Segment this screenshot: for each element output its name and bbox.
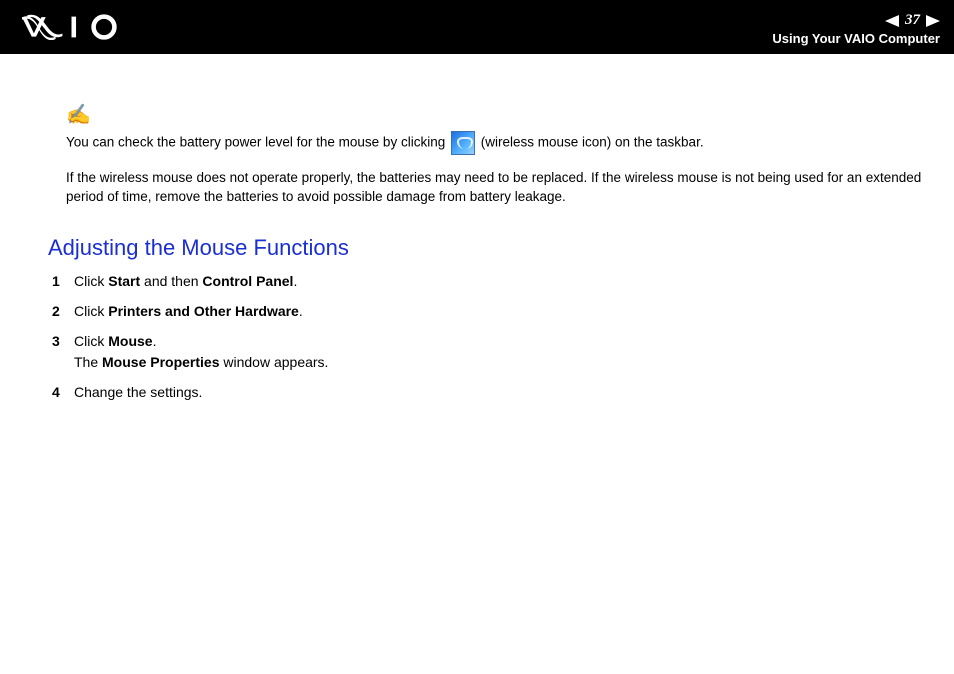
page-navigator: 37 xyxy=(885,12,940,29)
step-3: Click Mouse. The Mouse Properties window… xyxy=(52,331,930,372)
note-text-pre: You can check the battery power level fo… xyxy=(66,135,449,150)
header-bar: 37 Using Your VAIO Computer xyxy=(0,0,954,54)
page-number: 37 xyxy=(905,12,920,29)
wireless-mouse-icon xyxy=(451,131,475,155)
header-right: 37 Using Your VAIO Computer xyxy=(772,8,940,46)
step-1: Click Start and then Control Panel. xyxy=(52,271,930,291)
step-2: Click Printers and Other Hardware. xyxy=(52,301,930,321)
prev-page-arrow-icon[interactable] xyxy=(885,15,899,27)
steps-list: Click Start and then Control Panel. Clic… xyxy=(50,271,930,402)
vaio-logo xyxy=(22,14,132,40)
note-line-2: If the wireless mouse does not operate p… xyxy=(66,169,930,207)
page-content: ✍ You can check the battery power level … xyxy=(0,54,954,402)
step-4: Change the settings. xyxy=(52,382,930,402)
note-block: ✍ You can check the battery power level … xyxy=(50,102,930,207)
note-line-1: You can check the battery power level fo… xyxy=(66,131,930,155)
header-section-title: Using Your VAIO Computer xyxy=(772,31,940,46)
section-title: Adjusting the Mouse Functions xyxy=(48,235,930,261)
next-page-arrow-icon[interactable] xyxy=(926,15,940,27)
note-text-post: (wireless mouse icon) on the taskbar. xyxy=(477,135,704,150)
note-pencil-icon: ✍ xyxy=(66,102,91,127)
